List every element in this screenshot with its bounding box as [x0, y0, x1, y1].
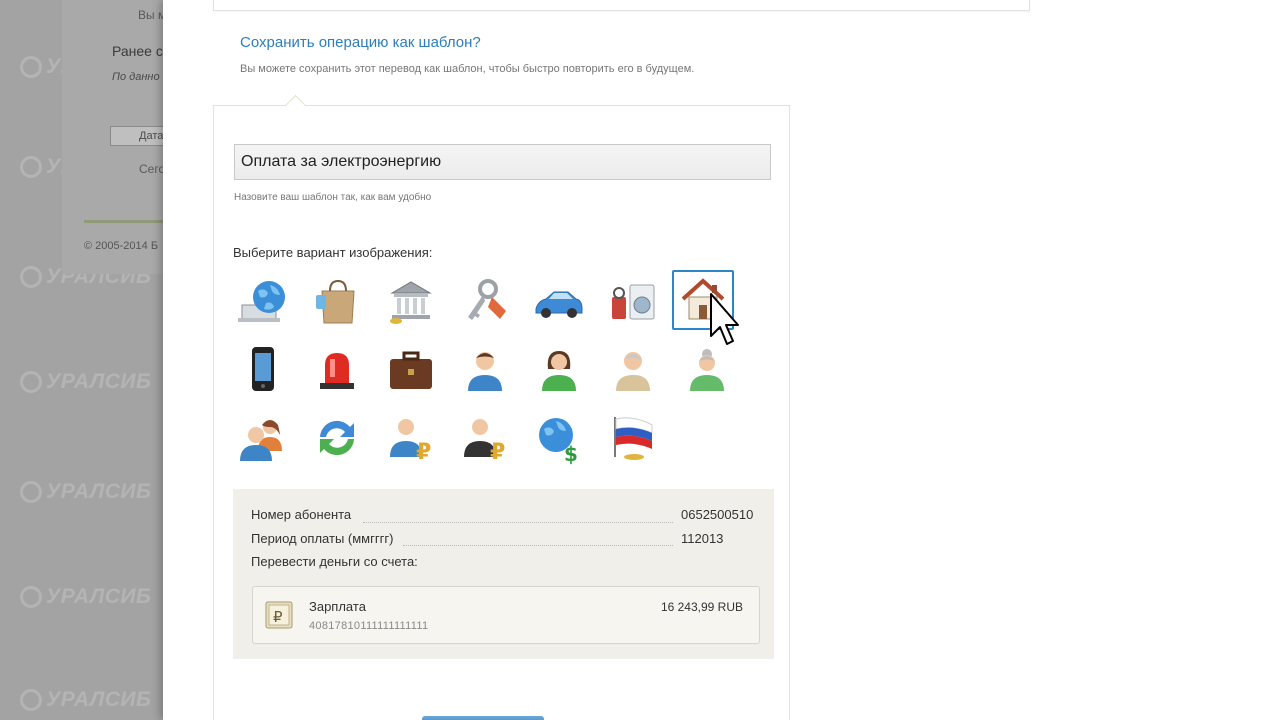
dotted-leader: [403, 545, 673, 546]
uralsib-logo: УРАЛСИБ: [20, 480, 151, 504]
background-copyright: © 2005-2014 Б: [84, 240, 159, 252]
period-value: 112013: [681, 531, 724, 546]
bank-icon[interactable]: [380, 272, 442, 332]
uralsib-logo: УРАЛСИБ: [20, 370, 151, 394]
man-icon[interactable]: [454, 340, 516, 400]
background-text: Вы м: [138, 8, 167, 22]
dotted-leader: [363, 522, 673, 523]
businessman-ruble-icon[interactable]: ₽: [380, 408, 442, 468]
background-date-button: Дата: [110, 126, 170, 146]
businessman-ruble-dark-icon[interactable]: ₽: [454, 408, 516, 468]
uralsib-logo: УРАЛСИБ: [20, 688, 151, 712]
exchange-arrows-icon[interactable]: [306, 408, 368, 468]
subscriber-value: 0652500510: [681, 507, 754, 522]
keys-icon[interactable]: [454, 272, 516, 332]
svg-text:₽: ₽: [490, 440, 505, 465]
account-name: Зарплата: [309, 599, 366, 614]
background-heading: Ранее с: [112, 43, 163, 59]
svg-text:₽: ₽: [416, 440, 431, 465]
account-number: 40817810111111111111: [309, 620, 429, 632]
account-balance: 16 243,99 RUB: [660, 600, 743, 614]
template-form: Назовите ваш шаблон так, как вам удобно …: [213, 94, 790, 720]
template-modal: Сохранить операцию как шаблон? Вы можете…: [163, 0, 1280, 720]
globe-dollar-icon[interactable]: $: [528, 408, 590, 468]
ruble-card-icon: ₽: [265, 601, 293, 629]
shopping-bag-icon[interactable]: [306, 272, 368, 332]
mobile-phone-icon[interactable]: [232, 340, 294, 400]
callout-notch: [284, 94, 307, 117]
background-divider: [84, 220, 174, 223]
svg-text:₽: ₽: [273, 608, 283, 626]
background-italic-text: По данно: [112, 71, 160, 83]
car-icon[interactable]: [528, 272, 590, 332]
elderly-woman-icon[interactable]: [676, 340, 738, 400]
alarm-siren-icon[interactable]: [306, 340, 368, 400]
family-icon[interactable]: [232, 408, 294, 468]
elderly-man-icon[interactable]: [602, 340, 664, 400]
previous-section-box: [213, 0, 1030, 11]
woman-icon[interactable]: [528, 340, 590, 400]
choose-image-label: Выберите вариант изображения:: [233, 245, 433, 260]
uralsib-logo: УРАЛСИБ: [20, 585, 151, 609]
briefcase-icon[interactable]: [380, 340, 442, 400]
subscriber-label: Номер абонента: [251, 507, 352, 522]
account-selector[interactable]: ₽ Зарплата 40817810111111111111 16 243,9…: [252, 586, 760, 644]
period-label: Период оплаты (ммгггг): [251, 531, 394, 546]
save-as-template-link[interactable]: Сохранить операцию как шаблон?: [240, 34, 481, 51]
house-icon[interactable]: [672, 270, 734, 330]
russian-flag-icon[interactable]: [602, 408, 664, 468]
from-account-label: Перевести деньги со счета:: [251, 554, 418, 569]
save-template-hint: Вы можете сохранить этот перевод как шаб…: [240, 63, 695, 75]
template-name-hint: Назовите ваш шаблон так, как вам удобно: [234, 192, 432, 203]
background-today-text: Сего: [139, 162, 166, 176]
background-card: Вы м Ранее с По данно Дата Сего © 2005-2…: [62, 0, 174, 274]
save-button[interactable]: [422, 716, 544, 720]
appliances-icon[interactable]: [602, 272, 664, 332]
template-name-input[interactable]: [234, 144, 771, 180]
laptop-globe-icon[interactable]: [232, 272, 294, 332]
svg-text:$: $: [564, 442, 578, 465]
payment-details: Номер абонента 0652500510 Период оплаты …: [233, 489, 774, 659]
